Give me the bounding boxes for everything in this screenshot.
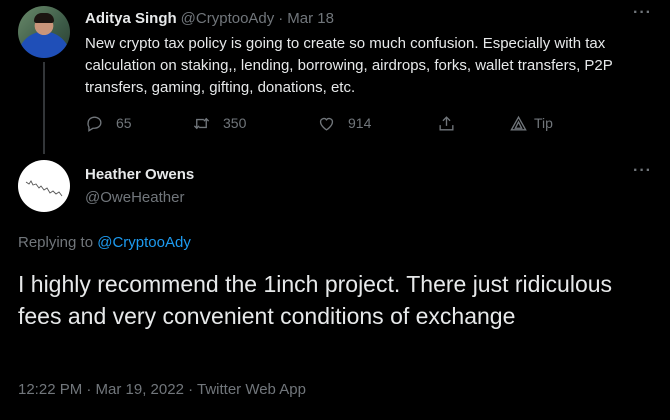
reply-more-icon[interactable]: ··· — [633, 162, 652, 180]
replying-to-link[interactable]: @CryptooAdy — [97, 234, 191, 251]
reply-icon — [87, 116, 102, 132]
tweet-header: Aditya Singh @CryptooAdy · Mar 18 — [85, 8, 334, 28]
avatar-hair — [34, 13, 54, 23]
reply-count: 65 — [116, 115, 132, 131]
thread-connector-line — [43, 62, 45, 154]
like-count: 914 — [348, 115, 372, 131]
header-separator: · — [278, 9, 284, 27]
tweet-text: New crypto tax policy is going to create… — [85, 35, 613, 96]
share-button[interactable] — [437, 112, 456, 134]
retweet-button[interactable]: 350 — [192, 112, 246, 134]
parent-tweet[interactable]: Aditya Singh @CryptooAdy · Mar 18 ··· Ne… — [0, 0, 670, 154]
author-avatar[interactable] — [18, 6, 70, 58]
like-button[interactable]: 914 — [317, 112, 371, 134]
share-icon — [439, 115, 454, 131]
tip-label: Tip — [534, 115, 553, 131]
reply-timestamp[interactable]: 12:22 PM · Mar 19, 2022 · Twitter Web Ap… — [18, 381, 306, 398]
reply-author-avatar[interactable] — [18, 160, 70, 212]
tip-icon — [510, 115, 527, 131]
like-icon — [319, 117, 334, 131]
author-name[interactable]: Aditya Singh — [85, 10, 177, 27]
reply-author-name[interactable]: Heather Owens — [85, 166, 194, 183]
retweet-icon — [193, 117, 210, 129]
avatar-line-graphic — [25, 180, 63, 197]
reply-button[interactable]: 65 — [85, 112, 132, 134]
reply-text: I highly recommend the 1inch project. Th… — [18, 271, 613, 329]
author-handle[interactable]: @CryptooAdy — [181, 10, 275, 27]
more-icon[interactable]: ··· — [633, 4, 652, 22]
retweet-count: 350 — [223, 115, 247, 131]
tweet-actions: 65 350 914 Tip — [85, 112, 585, 134]
tip-button[interactable]: Tip — [509, 112, 553, 134]
reply-author-handle[interactable]: @OweHeather — [85, 189, 184, 206]
tweet-date[interactable]: Mar 18 — [287, 10, 334, 27]
replying-prefix: Replying to — [18, 234, 94, 251]
replying-to: Replying to @CryptooAdy — [18, 234, 191, 251]
